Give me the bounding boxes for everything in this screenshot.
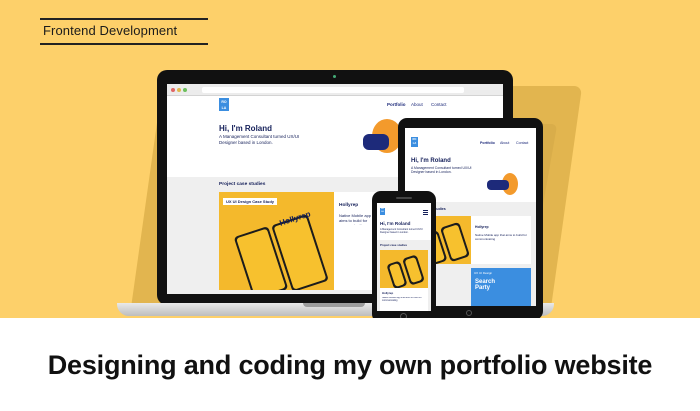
nav-portfolio[interactable]: Portfolio [387, 102, 406, 107]
phone-card-image[interactable] [380, 250, 428, 288]
article-headline[interactable]: Designing and coding my own portfolio we… [0, 350, 700, 381]
tablet-card2-badge: UX UI Design [474, 271, 493, 275]
hero-banner: Frontend Development RO LA Portfolio Abo… [0, 0, 700, 318]
tablet-project-name[interactable]: Hollyrep [475, 225, 489, 229]
minimize-dot-icon [177, 88, 181, 92]
tablet-project-desc: Native Mobile app that aims to build for… [475, 234, 527, 241]
phone-intro: A Management Consultant turned UX/UI Des… [380, 228, 423, 235]
tablet-card2-title: Search Party [475, 279, 496, 291]
project-name[interactable]: Hollyrep [339, 203, 358, 208]
phone-greeting: Hi, I'm Roland [380, 221, 411, 226]
tablet-nav-contact[interactable]: Contact [516, 141, 528, 145]
phone-section-title: Project case studies [380, 243, 408, 247]
phone-project-desc: Native Mobile app that aims to build for… [382, 297, 422, 302]
tablet-nav-about[interactable]: About [500, 141, 509, 145]
browser-bar [167, 84, 503, 96]
tablet-nav-portfolio[interactable]: Portfolio [480, 141, 495, 145]
close-dot-icon [171, 88, 175, 92]
phone-logo[interactable]: RO LA [380, 208, 385, 215]
site-logo[interactable]: RO LA [219, 98, 229, 111]
intro-text: A Management Consultant turned UX/UI Des… [219, 134, 300, 145]
tablet-intro: A Management Consultant turned UX/UI Des… [411, 166, 472, 175]
project-card-image[interactable]: UX UI Design Case Study Hollyrep [219, 192, 334, 290]
tablet-logo[interactable]: RO LA [411, 137, 418, 147]
section-title: Project case studies [219, 182, 266, 187]
greeting: Hi, I'm Roland [219, 124, 273, 133]
phone-project-name[interactable]: Hollyrep [382, 291, 393, 295]
tablet-home-button-icon [466, 310, 472, 316]
illustration-person [363, 134, 389, 150]
phone-menu-icon[interactable] [423, 210, 428, 211]
tablet-card2-image[interactable]: UX UI Design Search Party [471, 268, 531, 306]
tablet-greeting: Hi, I'm Roland [411, 158, 451, 164]
category-tag[interactable]: Frontend Development [40, 18, 208, 45]
laptop-camera-icon [333, 75, 336, 78]
address-bar[interactable] [202, 87, 464, 93]
nav-about[interactable]: About [411, 102, 423, 107]
maximize-dot-icon [183, 88, 187, 92]
project-badge: UX UI Design Case Study [223, 198, 278, 205]
laptop-notch [303, 303, 365, 307]
tablet-illustration-person [487, 180, 509, 190]
phone-speaker-icon [396, 197, 412, 199]
nav-contact[interactable]: Contact [431, 102, 447, 107]
category-label: Frontend Development [43, 23, 178, 38]
phone-screen: RO LA Hi, I'm Roland A Management Consul… [377, 203, 431, 311]
